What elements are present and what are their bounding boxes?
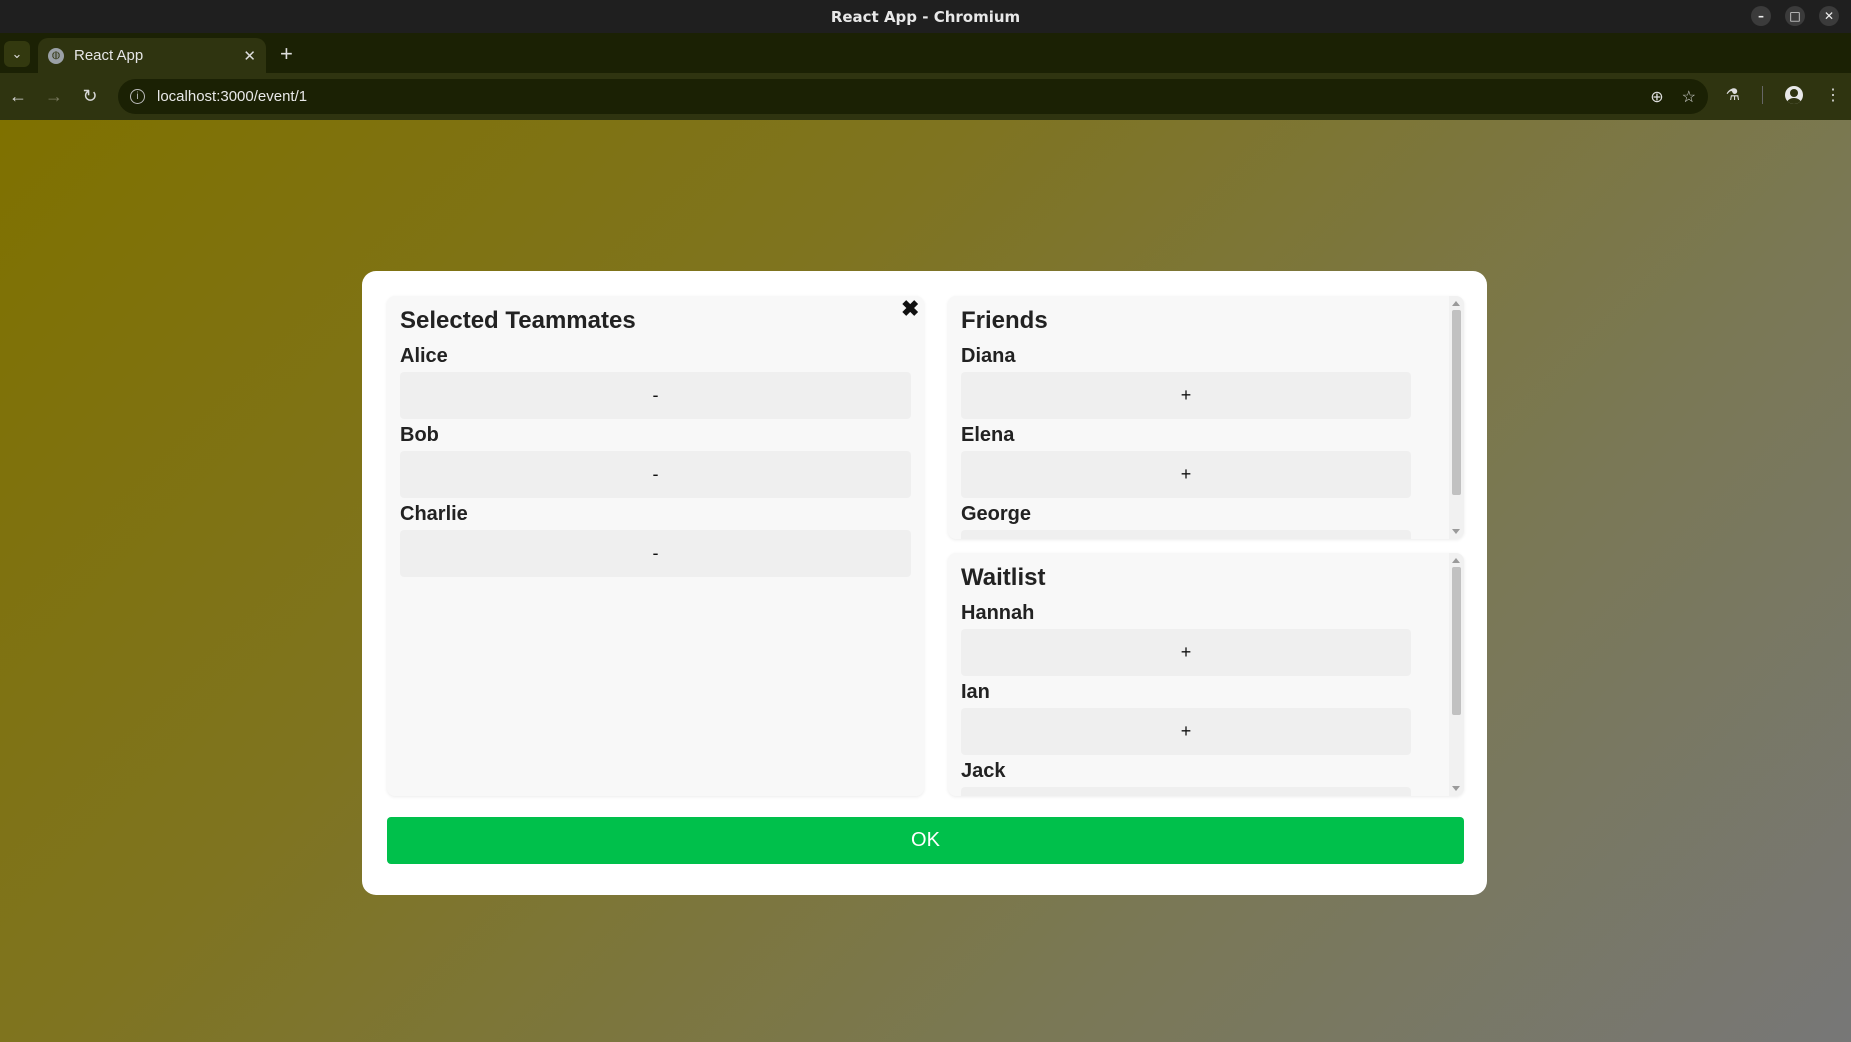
address-bar[interactable]: i localhost:3000/event/1 ⊕ ☆ [118,79,1708,114]
close-modal-icon[interactable]: ✖ [901,296,919,322]
add-waitlist-button[interactable]: + [961,708,1411,755]
window-titlebar: React App - Chromium – □ ✕ [0,0,1851,33]
window-title: React App - Chromium [830,7,1021,26]
teammate-name: Charlie [400,503,468,525]
toolbar-actions: ⚗ ⋮ [1726,85,1841,105]
close-window-button[interactable]: ✕ [1819,6,1839,26]
add-waitlist-button[interactable]: + [961,629,1411,676]
add-friend-button[interactable]: + [961,530,1411,539]
add-waitlist-button[interactable]: + [961,787,1411,796]
waitlist-name: Hannah [961,602,1035,624]
ok-button[interactable]: OK [387,817,1464,864]
add-friend-button[interactable]: + [961,372,1411,419]
list-item: Bob - [400,423,911,498]
friend-name: Elena [961,424,1015,446]
friend-name: Diana [961,345,1016,367]
list-item: Hannah + [961,601,1411,676]
add-friend-button[interactable]: + [961,451,1411,498]
team-selection-modal: Selected Teammates Alice - Bob - Charlie… [362,271,1487,895]
new-tab-button[interactable]: + [280,41,293,67]
scrollbar-thumb[interactable] [1452,567,1461,715]
tab-react-app[interactable]: ◍ React App ✕ [38,38,266,73]
tab-close-icon[interactable]: ✕ [243,47,256,65]
scroll-up-arrow-icon[interactable] [1452,301,1460,306]
labs-flask-icon[interactable]: ⚗ [1726,85,1740,105]
teammate-name: Bob [400,424,439,446]
bookmark-star-icon[interactable]: ☆ [1682,87,1696,107]
globe-icon: ◍ [48,47,64,64]
scroll-down-arrow-icon[interactable] [1452,786,1460,791]
scroll-down-arrow-icon[interactable] [1452,529,1460,534]
menu-kebab-icon[interactable]: ⋮ [1825,85,1841,105]
url-text[interactable]: localhost:3000/event/1 [157,88,1632,105]
waitlist-name: Jack [961,760,1006,782]
list-item: Ian + [961,680,1411,755]
waitlist-panel[interactable]: Waitlist Hannah + Ian + Jack + [948,553,1464,796]
toolbar-divider [1762,86,1763,104]
tab-strip: ⌄ ◍ React App ✕ + [0,33,1851,73]
remove-teammate-button[interactable]: - [400,372,911,419]
back-arrow-icon[interactable]: ← [0,86,36,107]
scroll-up-arrow-icon[interactable] [1452,558,1460,563]
minimize-button[interactable]: – [1751,6,1771,26]
list-item: Diana + [961,344,1411,419]
forward-arrow-icon[interactable]: → [36,86,72,107]
friends-title: Friends [961,307,1048,334]
scrollbar-thumb[interactable] [1452,310,1461,495]
site-info-icon[interactable]: i [130,89,145,104]
selected-teammates-title: Selected Teammates [400,307,636,334]
maximize-button[interactable]: □ [1785,6,1805,26]
list-item: George + [961,502,1411,539]
tab-title: React App [74,47,144,64]
list-item: Charlie - [400,502,911,577]
friends-scrollbar[interactable] [1449,296,1464,539]
friend-name: George [961,503,1032,525]
teammate-name: Alice [400,345,448,367]
list-item: Elena + [961,423,1411,498]
waitlist-name: Ian [961,681,990,703]
waitlist-title: Waitlist [961,564,1046,591]
remove-teammate-button[interactable]: - [400,530,911,577]
tab-search-button[interactable]: ⌄ [4,41,30,67]
reload-icon[interactable]: ↻ [72,86,108,107]
list-item: Alice - [400,344,911,419]
selected-teammates-panel: Selected Teammates Alice - Bob - Charlie… [387,296,924,796]
profile-avatar-icon[interactable] [1785,86,1803,104]
friends-panel[interactable]: Friends Diana + Elena + George + [948,296,1464,539]
page-viewport: Selected Teammates Alice - Bob - Charlie… [0,120,1851,1042]
list-item: Jack + [961,759,1411,796]
remove-teammate-button[interactable]: - [400,451,911,498]
waitlist-scrollbar[interactable] [1449,553,1464,796]
window-controls: – □ ✕ [1751,6,1839,26]
zoom-icon[interactable]: ⊕ [1650,87,1663,107]
browser-toolbar: ← → ↻ i localhost:3000/event/1 ⊕ ☆ ⚗ ⋮ [0,73,1851,120]
